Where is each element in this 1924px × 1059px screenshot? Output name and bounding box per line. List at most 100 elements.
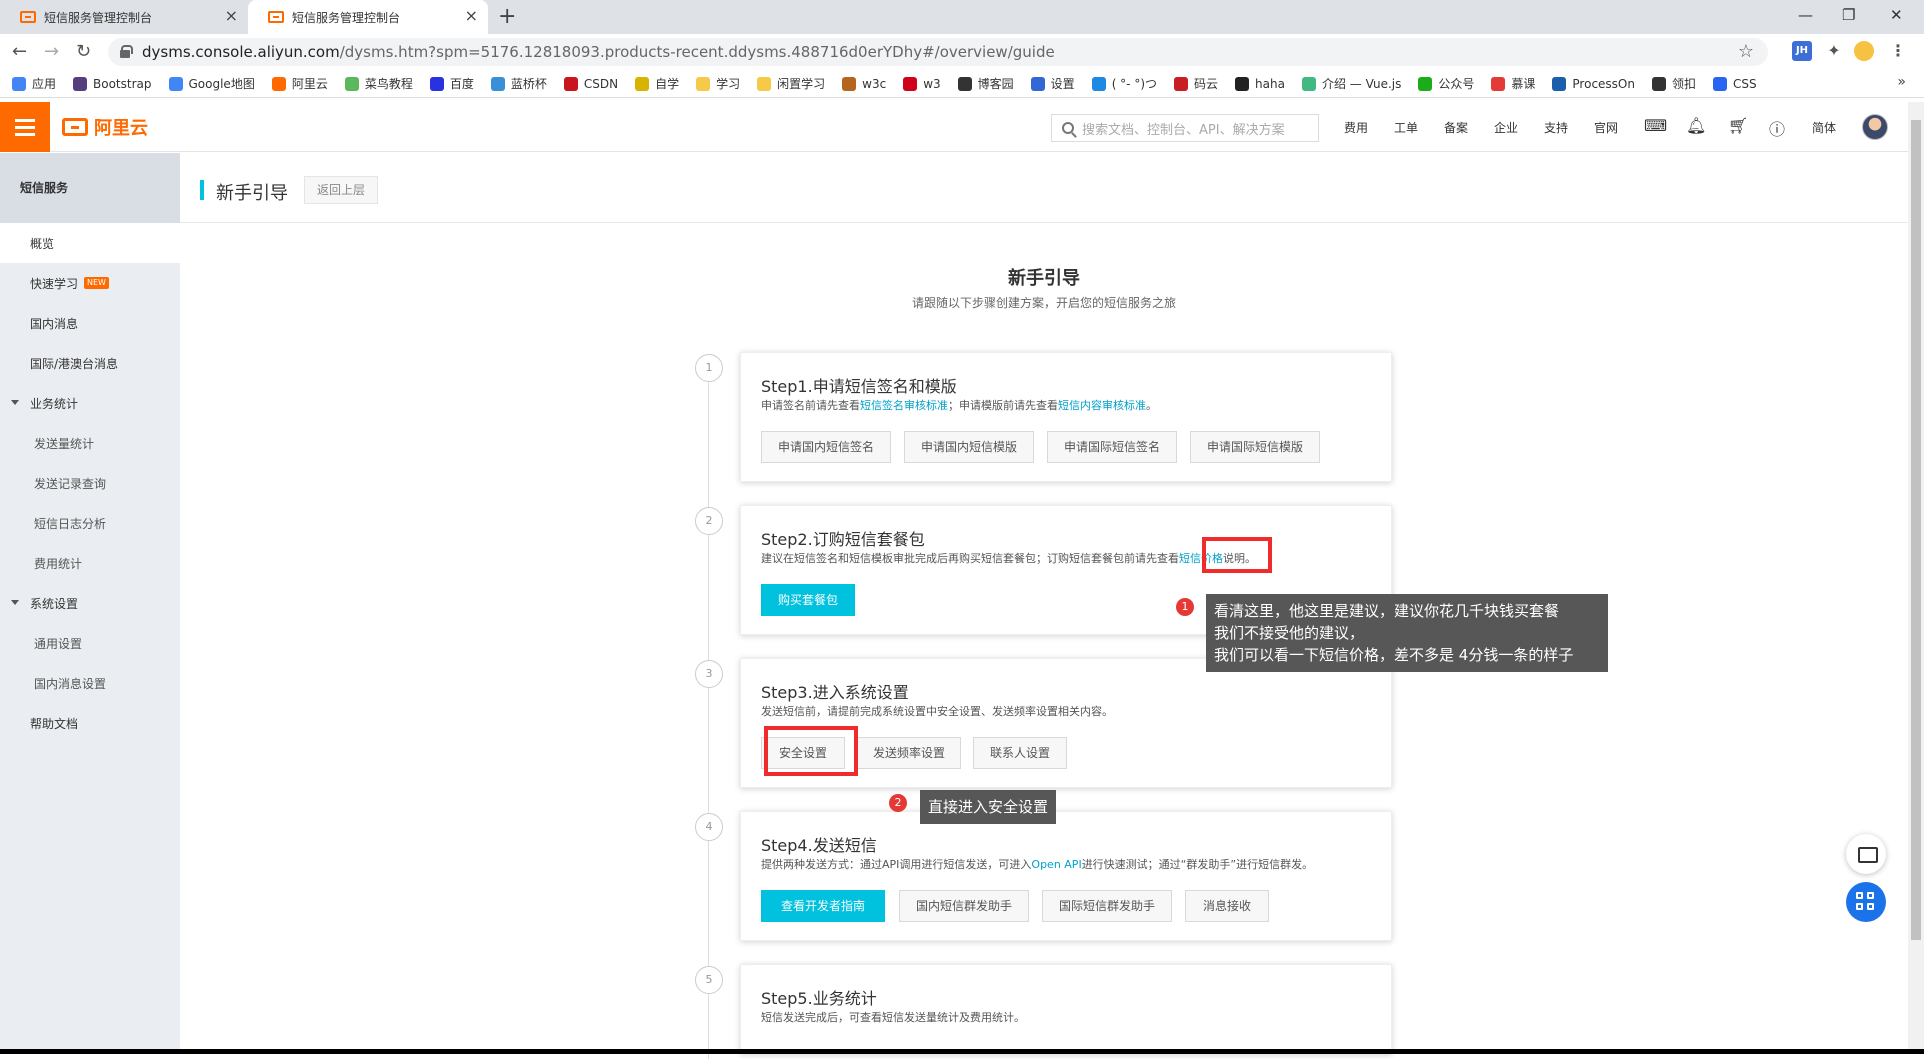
- tab-close-icon[interactable]: ×: [225, 8, 238, 24]
- sidebar-item-label: 国际/港澳台消息: [30, 356, 119, 371]
- step-action-button[interactable]: 国内短信群发助手: [899, 890, 1029, 922]
- bookmark-favicon-icon: [168, 76, 183, 91]
- topnav-item[interactable]: 支持: [1544, 119, 1568, 136]
- bookmark-item[interactable]: 学习: [696, 75, 740, 92]
- bookmark-item[interactable]: 博客园: [957, 75, 1014, 92]
- avatar[interactable]: [1862, 114, 1888, 140]
- bookmark-item[interactable]: 领扣: [1651, 75, 1696, 92]
- bookmark-item[interactable]: CSS: [1713, 76, 1757, 91]
- scrollbar-thumb[interactable]: [1911, 120, 1921, 940]
- aliyun-logo[interactable]: 阿里云: [62, 116, 148, 139]
- sidebar-item[interactable]: 帮助文档: [0, 703, 180, 743]
- tab-close-icon[interactable]: ×: [465, 8, 478, 24]
- bookmark-item[interactable]: 应用: [12, 75, 56, 92]
- topnav-item[interactable]: 企业: [1494, 119, 1518, 136]
- bookmark-item[interactable]: CSDN: [563, 76, 618, 91]
- bookmark-item[interactable]: 设置: [1030, 75, 1075, 92]
- terminal-icon[interactable]: ⌨: [1644, 116, 1667, 135]
- reload-icon[interactable]: ↻: [76, 40, 91, 64]
- extension-jh-icon[interactable]: JH: [1792, 41, 1812, 61]
- step-number: 5: [695, 966, 723, 994]
- bookmark-item[interactable]: 闲置学习: [757, 75, 825, 92]
- bookmark-item[interactable]: 蓝桥杯: [490, 75, 547, 92]
- bookmark-label: 设置: [1050, 77, 1075, 91]
- browser-tab[interactable]: 短信服务管理控制台 ×: [0, 0, 248, 34]
- bookmark-item[interactable]: Bootstrap: [73, 76, 152, 91]
- profile-emoji-icon[interactable]: [1854, 41, 1874, 61]
- inline-link[interactable]: Open API: [1031, 858, 1081, 871]
- language-switch[interactable]: 简体: [1812, 119, 1836, 136]
- bookmark-item[interactable]: w3: [903, 76, 941, 91]
- bookmark-item[interactable]: 自学: [635, 75, 679, 92]
- sidebar-item[interactable]: 费用统计: [0, 543, 180, 583]
- step-action-button[interactable]: 消息接收: [1185, 890, 1269, 922]
- bookmark-item[interactable]: 百度: [429, 75, 474, 92]
- bookmark-item[interactable]: w3c: [842, 76, 886, 91]
- bookmark-item[interactable]: Google地图: [168, 75, 255, 92]
- step-title: Step2.订购短信套餐包: [761, 530, 925, 549]
- feedback-chat-button[interactable]: [1846, 834, 1886, 874]
- step-action-button[interactable]: 查看开发者指南: [761, 890, 885, 922]
- topnav-item[interactable]: 官网: [1594, 119, 1618, 136]
- apps-grid-button[interactable]: [1846, 882, 1886, 922]
- sidebar-item[interactable]: 国内消息设置: [0, 663, 180, 703]
- page-scrollbar[interactable]: [1908, 102, 1924, 1054]
- back-button[interactable]: 返回上层: [304, 176, 379, 204]
- bookmark-favicon-icon: [957, 76, 972, 91]
- bell-icon[interactable]: 🔔︎: [1686, 116, 1706, 135]
- sidebar-item[interactable]: 概览: [0, 223, 180, 263]
- step-action-button[interactable]: 申请国际短信签名: [1047, 431, 1177, 463]
- forward-arrow-icon[interactable]: →: [44, 40, 59, 64]
- bookmark-item[interactable]: 阿里云: [271, 75, 328, 92]
- browser-tab-active[interactable]: 短信服务管理控制台 ×: [248, 0, 488, 34]
- sidebar-item[interactable]: 国内消息: [0, 303, 180, 343]
- bookmark-label: CSS: [1733, 76, 1757, 91]
- sidebar-item[interactable]: 发送量统计: [0, 423, 180, 463]
- bookmark-favicon-icon: [344, 76, 359, 91]
- address-bar[interactable]: dysms.console.aliyun.com/dysms.htm?spm=5…: [108, 38, 1768, 66]
- step-action-button[interactable]: 申请国内短信签名: [761, 431, 891, 463]
- step-action-button[interactable]: 国际短信群发助手: [1042, 890, 1172, 922]
- sidebar-item[interactable]: 发送记录查询: [0, 463, 180, 503]
- bookmark-item[interactable]: 码云: [1174, 75, 1218, 92]
- minimize-icon[interactable]: —: [1798, 4, 1813, 26]
- page-title: 新手引导: [216, 183, 288, 204]
- sidebar-item[interactable]: 通用设置: [0, 623, 180, 663]
- bookmark-star-icon[interactable]: ☆: [1738, 41, 1754, 62]
- browser-menu-icon[interactable]: ⋮: [1888, 41, 1908, 61]
- topnav-item[interactable]: 工单: [1394, 119, 1418, 136]
- bookmark-item[interactable]: 介绍 — Vue.js: [1301, 75, 1401, 92]
- bookmark-item[interactable]: 慕课: [1491, 75, 1535, 92]
- sidebar-item[interactable]: 业务统计: [0, 383, 180, 423]
- topnav-item[interactable]: 费用: [1344, 119, 1368, 136]
- step-action-button[interactable]: 申请国内短信模版: [904, 431, 1034, 463]
- console-search-input[interactable]: 搜索文档、控制台、API、解决方案: [1051, 114, 1319, 142]
- bookmark-item[interactable]: ( °- °)つ: [1091, 75, 1157, 92]
- cart-icon[interactable]: 🛒︎: [1728, 116, 1748, 135]
- bookmark-item[interactable]: 公众号: [1418, 75, 1474, 92]
- sidebar-item[interactable]: 短信日志分析: [0, 503, 180, 543]
- page-header: 新手引导 返回上层: [180, 153, 1908, 223]
- sidebar-item[interactable]: 系统设置: [0, 583, 180, 623]
- bookmark-label: 蓝桥杯: [510, 77, 547, 91]
- restore-icon[interactable]: ❐: [1842, 4, 1855, 26]
- bookmark-item[interactable]: ProcessOn: [1552, 76, 1635, 91]
- window-close-icon[interactable]: ✕: [1890, 4, 1903, 26]
- step-action-button[interactable]: 联系人设置: [973, 737, 1067, 769]
- sidebar-item[interactable]: 国际/港澳台消息: [0, 343, 180, 383]
- sidebar-item[interactable]: 快速学习 NEW: [0, 263, 180, 303]
- back-arrow-icon[interactable]: ←: [12, 40, 27, 64]
- hamburger-menu-icon[interactable]: [0, 102, 50, 152]
- topnav-item[interactable]: 备案: [1444, 119, 1468, 136]
- new-tab-icon[interactable]: +: [498, 4, 516, 30]
- bookmark-item[interactable]: haha: [1235, 76, 1285, 91]
- bookmark-item[interactable]: 菜鸟教程: [344, 75, 413, 92]
- bookmarks-overflow-icon[interactable]: »: [1897, 74, 1906, 90]
- inline-link[interactable]: 短信签名审核标准: [860, 399, 948, 412]
- step-action-button[interactable]: 发送频率设置: [857, 737, 961, 769]
- extensions-puzzle-icon[interactable]: ✦: [1824, 41, 1844, 61]
- step-action-button[interactable]: 申请国际短信模版: [1190, 431, 1320, 463]
- help-icon[interactable]: ⓘ: [1769, 116, 1785, 140]
- inline-link[interactable]: 短信内容审核标准: [1058, 399, 1146, 412]
- step-action-button[interactable]: 购买套餐包: [761, 584, 855, 616]
